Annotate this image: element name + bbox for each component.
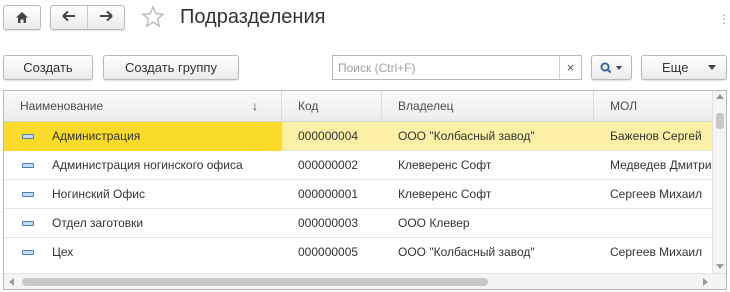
scroll-right-icon[interactable] (703, 278, 708, 286)
create-group-button[interactable]: Создать группу (103, 55, 239, 80)
navigation-buttons (50, 5, 125, 30)
column-header-mol[interactable]: МОЛ (594, 91, 712, 122)
column-header-name[interactable]: Наименование ↓ (4, 91, 282, 122)
departments-table: Наименование ↓ Код Владелец МОЛ Админист… (3, 90, 727, 290)
star-icon[interactable] (141, 5, 165, 29)
window-menu-icon[interactable]: ⋮ (718, 12, 730, 26)
cell-owner: ООО Клевер (398, 216, 470, 230)
cell-mol: Сергеев Михаил (610, 245, 703, 259)
cell-owner: Клеверенс Софт (398, 187, 492, 201)
scroll-up-icon[interactable] (716, 94, 724, 99)
cell-owner: Клеверенс Софт (398, 158, 492, 172)
cell-name: Отдел заготовки (4, 209, 282, 238)
column-label-name: Наименование (20, 99, 104, 113)
table-header: Наименование ↓ Код Владелец МОЛ (4, 91, 712, 122)
cell-mol (594, 209, 712, 238)
vertical-scrollbar[interactable] (712, 91, 726, 273)
scroll-left-icon[interactable] (9, 278, 14, 286)
column-header-owner[interactable]: Владелец (382, 91, 594, 122)
clear-search-button[interactable]: × (559, 56, 581, 79)
magnifier-icon (600, 62, 624, 74)
department-item-icon (22, 221, 34, 226)
column-header-code[interactable]: Код (282, 91, 382, 122)
chevron-down-icon (708, 65, 716, 70)
department-item-icon (22, 192, 34, 197)
more-label: Еще (662, 60, 689, 75)
arrow-right-icon (99, 10, 113, 25)
horizontal-scroll-thumb[interactable] (22, 278, 488, 286)
more-button[interactable]: Еще (641, 55, 727, 80)
cell-code: 000000005 (298, 245, 359, 259)
table-row[interactable]: Отдел заготовки 000000003 ООО Клевер (4, 209, 712, 238)
page-title: Подразделения (180, 6, 326, 28)
cell-owner: ООО "Колбасный завод" (398, 129, 535, 143)
table-row[interactable]: Ногинский Офис 000000001 Клеверенс Софт … (4, 180, 712, 209)
search-input[interactable] (333, 56, 559, 79)
home-icon (15, 11, 29, 24)
cell-mol: Сергеев Михаил (610, 187, 703, 201)
table-row[interactable]: Администрация ногинского офиса 000000002… (4, 151, 712, 180)
cell-code: 000000003 (298, 216, 359, 230)
cell-name: Цех (4, 238, 282, 267)
search-options-button[interactable] (591, 55, 632, 80)
cell-code: 000000004 (298, 129, 359, 143)
vertical-scroll-thumb[interactable] (716, 113, 724, 129)
cell-mol: Баженов Сергей (610, 129, 702, 143)
cell-name: Администрация ногинского офиса (4, 151, 282, 180)
table-row[interactable]: Цех 000000005 ООО "Колбасный завод" Серг… (4, 238, 712, 267)
cell-owner: ООО "Колбасный завод" (398, 245, 535, 259)
cell-mol: Медведев Дмитрий (610, 158, 712, 172)
home-button[interactable] (3, 5, 41, 30)
cell-name: Ногинский Офис (4, 180, 282, 209)
forward-button[interactable] (87, 6, 124, 29)
scroll-down-icon[interactable] (716, 264, 724, 269)
department-item-icon (22, 163, 34, 168)
horizontal-scrollbar[interactable] (4, 273, 726, 289)
department-item-icon (22, 250, 34, 255)
arrow-left-icon (62, 10, 76, 25)
search-box: × (332, 55, 582, 80)
cell-code: 000000001 (298, 187, 359, 201)
create-button[interactable]: Создать (3, 55, 93, 80)
back-button[interactable] (51, 6, 87, 29)
table-row[interactable]: Администрация 000000004 ООО "Колбасный з… (4, 122, 712, 151)
sort-down-arrow-icon: ↓ (252, 99, 258, 113)
cell-code: 000000002 (298, 158, 359, 172)
cell-name: Администрация (4, 122, 282, 151)
department-item-icon (22, 134, 34, 139)
